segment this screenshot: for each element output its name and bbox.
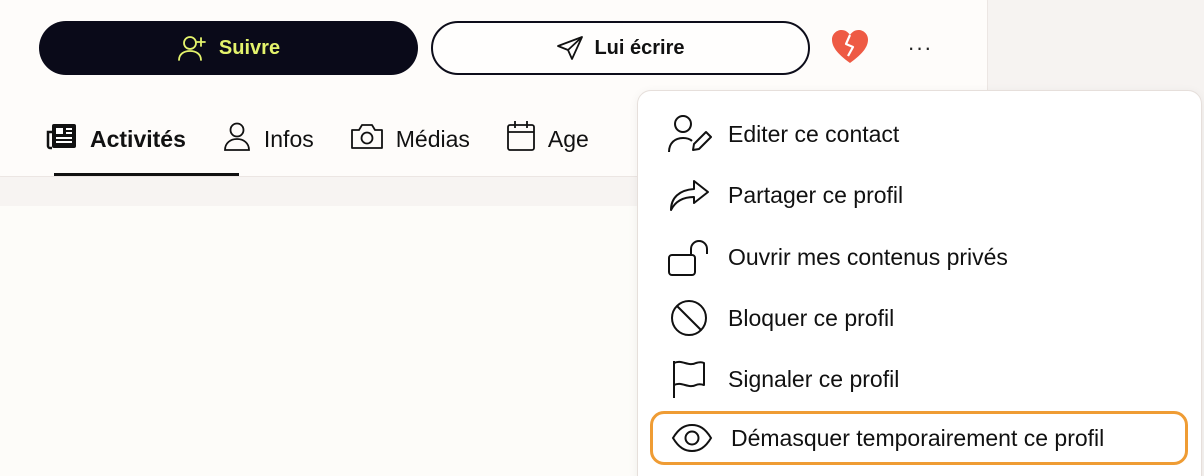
- menu-item-label: Démasquer temporairement ce profil: [731, 424, 1105, 451]
- unlock-icon: [650, 237, 728, 277]
- menu-item-label: Signaler ce profil: [728, 365, 900, 392]
- newspaper-icon: [46, 122, 78, 156]
- menu-item-label: Editer ce contact: [728, 120, 900, 147]
- tab-label: Infos: [263, 125, 314, 152]
- calendar-icon: [506, 120, 536, 158]
- tab-label: Age: [547, 125, 589, 152]
- tab-activites[interactable]: Activités: [46, 118, 186, 160]
- edit-contact-icon: [650, 114, 728, 154]
- options-dropdown-menu: Editer ce contact Partager ce profil Ouv…: [637, 90, 1202, 476]
- follow-label: Suivre: [218, 36, 281, 59]
- favorite-heart-button[interactable]: [830, 27, 870, 67]
- message-button[interactable]: Lui écrire: [431, 21, 810, 75]
- message-label: Lui écrire: [594, 36, 685, 59]
- flag-icon: [650, 359, 728, 399]
- menu-item-label: Partager ce profil: [728, 181, 904, 208]
- eye-icon: [653, 423, 731, 453]
- menu-item-label: Ouvrir mes contenus privés: [728, 243, 1008, 270]
- camera-icon: [350, 122, 384, 156]
- menu-item-report-profile[interactable]: Signaler ce profil: [650, 352, 1188, 406]
- menu-item-block-profile[interactable]: Bloquer ce profil: [650, 291, 1188, 345]
- menu-item-share-profile[interactable]: Partager ce profil: [650, 168, 1188, 222]
- menu-item-unmask-profile[interactable]: Démasquer temporairement ce profil: [650, 411, 1188, 465]
- tab-label: Médias: [395, 125, 470, 152]
- block-icon: [650, 298, 728, 338]
- tab-medias[interactable]: Médias: [350, 118, 470, 160]
- active-tab-indicator: [54, 173, 239, 176]
- profile-tabs: Activités Infos Médias Age: [46, 118, 625, 178]
- tab-label: Activités: [90, 125, 186, 152]
- menu-item-open-private-content[interactable]: Ouvrir mes contenus privés: [650, 230, 1188, 284]
- add-user-icon: [177, 34, 209, 62]
- menu-item-label: Bloquer ce profil: [728, 304, 895, 331]
- send-icon: [556, 35, 584, 61]
- tab-infos[interactable]: Infos: [222, 118, 314, 160]
- more-options-button[interactable]: ···: [898, 28, 942, 68]
- share-icon: [650, 177, 728, 213]
- more-icon: ···: [907, 35, 933, 60]
- user-icon: [222, 121, 252, 157]
- tab-agenda[interactable]: Age: [506, 118, 589, 160]
- menu-item-edit-contact[interactable]: Editer ce contact: [650, 107, 1188, 161]
- heart-icon: [830, 30, 870, 71]
- follow-button[interactable]: Suivre: [39, 21, 418, 75]
